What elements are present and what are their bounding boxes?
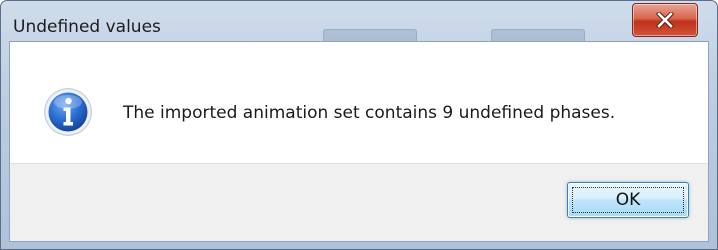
title-bar[interactable]: Undefined values: [1, 1, 717, 44]
dialog-title: Undefined values: [13, 17, 161, 37]
message-text: The imported animation set contains 9 un…: [123, 103, 616, 123]
info-icon: [44, 88, 92, 136]
ok-button[interactable]: OK: [567, 182, 689, 218]
message-area: The imported animation set contains 9 un…: [10, 42, 708, 164]
dialog-window: Undefined values The imported animation …: [0, 0, 718, 250]
close-icon: [656, 12, 674, 28]
close-button[interactable]: [632, 3, 698, 37]
dialog-body: The imported animation set contains 9 un…: [9, 41, 709, 242]
ok-button-label: OK: [615, 190, 641, 210]
